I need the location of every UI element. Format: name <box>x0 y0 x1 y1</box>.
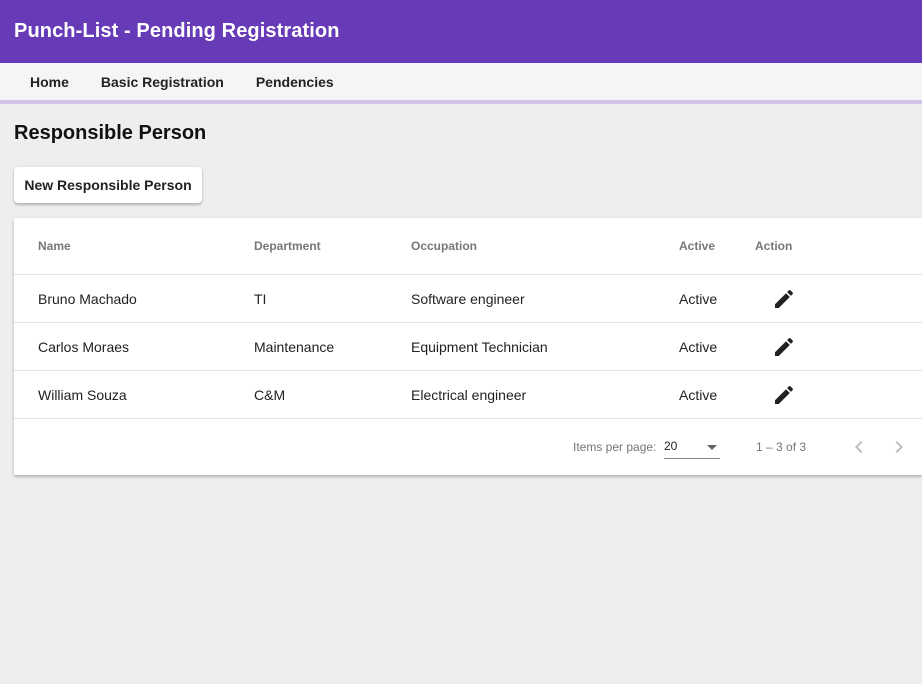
edit-icon <box>775 337 794 356</box>
nav-item-pendencies[interactable]: Pendencies <box>240 63 350 100</box>
cell-name: Bruno Machado <box>38 290 137 307</box>
next-page-button[interactable] <box>887 435 911 459</box>
cell-occupation: Electrical engineer <box>411 386 527 403</box>
page-range-label: 1 – 3 of 3 <box>756 440 807 454</box>
previous-page-button[interactable] <box>847 435 871 459</box>
column-header-active[interactable]: Active <box>679 218 715 274</box>
nav-item-home[interactable]: Home <box>14 63 85 100</box>
cell-active: Active <box>679 338 718 355</box>
responsible-person-table: Name Department Occupation Active Action… <box>14 218 922 475</box>
cell-occupation: Equipment Technician <box>411 338 548 355</box>
new-responsible-person-button[interactable]: New Responsible Person <box>14 167 202 203</box>
cell-name: Carlos Moraes <box>38 338 130 355</box>
app-toolbar: Punch-List - Pending Registration <box>0 0 922 63</box>
chevron-left-icon <box>855 441 863 453</box>
table-row: Carlos Moraes Maintenance Equipment Tech… <box>14 323 922 371</box>
chevron-right-icon <box>895 441 903 453</box>
column-header-action: Action <box>755 239 793 253</box>
cell-name: William Souza <box>38 386 127 403</box>
nav-item-basic-registration[interactable]: Basic Registration <box>85 63 240 100</box>
cell-department: C&M <box>254 386 286 403</box>
dropdown-arrow-icon <box>707 445 717 450</box>
edit-button[interactable] <box>772 335 796 359</box>
edit-icon <box>775 289 794 308</box>
cell-active: Active <box>679 386 718 403</box>
page-size-value: 20 <box>664 439 678 453</box>
paginator: Items per page: 20 1 – 3 of 3 <box>14 419 922 475</box>
page-title: Responsible Person <box>14 122 207 144</box>
cell-department: Maintenance <box>254 338 335 355</box>
table-header-row: Name Department Occupation Active Action <box>14 218 922 275</box>
column-header-name[interactable]: Name <box>38 218 71 274</box>
items-per-page-label: Items per page: <box>573 440 657 454</box>
edit-icon <box>775 385 794 404</box>
app-title: Punch-List - Pending Registration <box>14 20 340 42</box>
cell-department: TI <box>254 290 267 307</box>
edit-button[interactable] <box>772 287 796 311</box>
cell-occupation: Software engineer <box>411 290 525 307</box>
nav-bar: Home Basic Registration Pendencies <box>0 63 922 104</box>
table-row: Bruno Machado TI Software engineer Activ… <box>14 275 922 323</box>
table-row: William Souza C&M Electrical engineer Ac… <box>14 371 922 419</box>
column-header-department[interactable]: Department <box>254 218 321 274</box>
page-size-select[interactable]: 20 <box>664 435 720 459</box>
edit-button[interactable] <box>772 383 796 407</box>
column-header-occupation[interactable]: Occupation <box>411 218 477 274</box>
cell-active: Active <box>679 290 718 307</box>
